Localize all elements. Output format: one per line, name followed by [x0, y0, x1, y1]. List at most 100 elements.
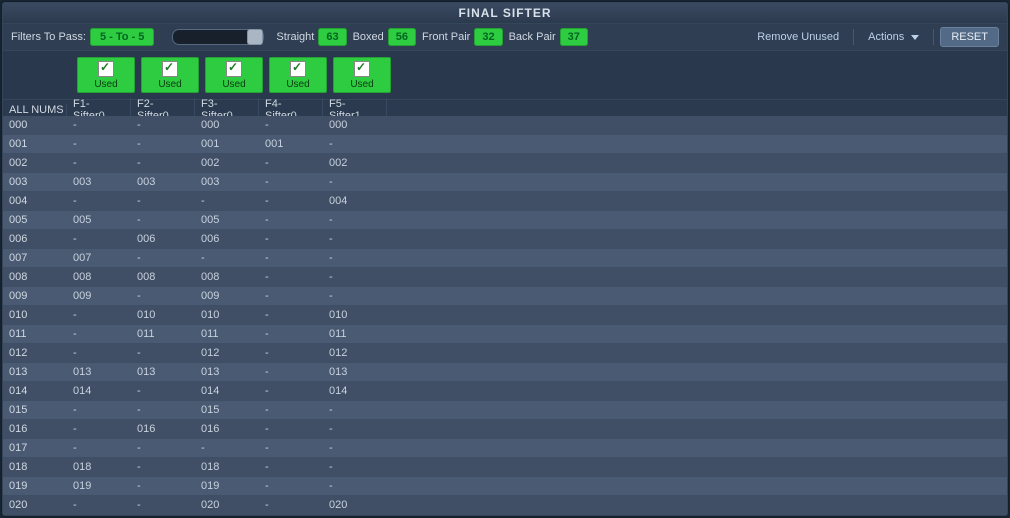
- cell-value: 002: [195, 157, 259, 169]
- table-row[interactable]: 000--000-000: [3, 116, 1007, 135]
- table-row[interactable]: 011-011011-011: [3, 325, 1007, 344]
- cell-value: 003: [67, 176, 131, 188]
- table-row[interactable]: 013013013013-013: [3, 363, 1007, 382]
- cell-value: -: [131, 480, 195, 492]
- table-row[interactable]: 005005-005--: [3, 211, 1007, 230]
- cell-value: 006: [131, 233, 195, 245]
- filter-chip-4[interactable]: Used: [269, 57, 327, 93]
- cell-value: -: [67, 328, 131, 340]
- cell-value: -: [323, 214, 387, 226]
- cell-value: -: [259, 442, 323, 454]
- filters-range[interactable]: 5 - To - 5: [90, 28, 154, 46]
- cell-value: 005: [67, 214, 131, 226]
- cell-value: -: [67, 233, 131, 245]
- cell-value: -: [131, 252, 195, 264]
- table-row[interactable]: 009009-009--: [3, 287, 1007, 306]
- chip-label: Used: [142, 79, 198, 90]
- cell-value: 006: [195, 233, 259, 245]
- table-body[interactable]: 000--000-000001--001001-002--002-0020030…: [3, 116, 1007, 515]
- cell-value: 001: [195, 138, 259, 150]
- col-allnums[interactable]: ALL NUMS: [3, 104, 67, 116]
- filter-chip-3[interactable]: Used: [205, 57, 263, 93]
- cell-value: 013: [131, 366, 195, 378]
- cell-allnums: 015: [3, 404, 67, 416]
- cell-value: -: [67, 404, 131, 416]
- reset-button[interactable]: RESET: [940, 27, 999, 47]
- cell-value: -: [259, 347, 323, 359]
- cell-allnums: 000: [3, 119, 67, 131]
- cell-allnums: 010: [3, 309, 67, 321]
- cell-allnums: 011: [3, 328, 67, 340]
- table-row[interactable]: 001--001001-: [3, 135, 1007, 154]
- cell-value: -: [131, 461, 195, 473]
- cell-value: -: [259, 157, 323, 169]
- table-row[interactable]: 017-----: [3, 439, 1007, 458]
- range-slider[interactable]: [172, 29, 264, 45]
- table-row[interactable]: 018018-018--: [3, 458, 1007, 477]
- cell-allnums: 005: [3, 214, 67, 226]
- remove-unused-button[interactable]: Remove Unused: [749, 27, 847, 47]
- cell-value: 016: [131, 423, 195, 435]
- table-row[interactable]: 008008008008--: [3, 268, 1007, 287]
- cell-value: 011: [323, 328, 387, 340]
- cell-value: -: [131, 195, 195, 207]
- filter-chip-1[interactable]: Used: [77, 57, 135, 93]
- table-row[interactable]: 020--020-020: [3, 496, 1007, 515]
- cell-value: -: [131, 442, 195, 454]
- table-row[interactable]: 016-016016--: [3, 420, 1007, 439]
- cell-value: 010: [323, 309, 387, 321]
- cell-value: -: [131, 404, 195, 416]
- cell-value: 019: [195, 480, 259, 492]
- checkbox-icon[interactable]: [290, 61, 306, 77]
- chip-label: Used: [78, 79, 134, 90]
- cell-value: 008: [67, 271, 131, 283]
- cell-value: 011: [195, 328, 259, 340]
- cell-value: 003: [195, 176, 259, 188]
- checkbox-icon[interactable]: [226, 61, 242, 77]
- table-row[interactable]: 006-006006--: [3, 230, 1007, 249]
- cell-value: 013: [323, 366, 387, 378]
- table-row[interactable]: 007007----: [3, 249, 1007, 268]
- cell-value: -: [67, 195, 131, 207]
- table-row[interactable]: 015--015--: [3, 401, 1007, 420]
- checkbox-icon[interactable]: [98, 61, 114, 77]
- table-row[interactable]: 019019-019--: [3, 477, 1007, 496]
- cell-value: -: [259, 499, 323, 511]
- cell-value: -: [323, 423, 387, 435]
- cell-value: -: [259, 252, 323, 264]
- cell-value: -: [67, 347, 131, 359]
- cell-value: -: [259, 271, 323, 283]
- cell-value: -: [259, 366, 323, 378]
- slider-knob[interactable]: [247, 29, 263, 45]
- cell-value: -: [259, 461, 323, 473]
- cell-value: -: [323, 233, 387, 245]
- filter-chip-5[interactable]: Used: [333, 57, 391, 93]
- cell-value: 010: [131, 309, 195, 321]
- cell-value: -: [323, 176, 387, 188]
- table-row[interactable]: 002--002-002: [3, 154, 1007, 173]
- chevron-down-icon: [911, 35, 919, 40]
- table-row[interactable]: 003003003003--: [3, 173, 1007, 192]
- cell-value: -: [259, 214, 323, 226]
- cell-value: -: [323, 271, 387, 283]
- cell-value: 005: [195, 214, 259, 226]
- backpair-label: Back Pair: [509, 31, 556, 43]
- cell-value: 012: [323, 347, 387, 359]
- actions-dropdown[interactable]: Actions: [860, 27, 927, 47]
- cell-value: -: [259, 176, 323, 188]
- cell-value: -: [67, 423, 131, 435]
- table-row[interactable]: 014014-014-014: [3, 382, 1007, 401]
- filters-label: Filters To Pass:: [11, 31, 86, 43]
- straight-value: 63: [318, 28, 346, 46]
- checkbox-icon[interactable]: [162, 61, 178, 77]
- cell-allnums: 012: [3, 347, 67, 359]
- table-row[interactable]: 010-010010-010: [3, 306, 1007, 325]
- cell-value: 020: [323, 499, 387, 511]
- cell-value: -: [259, 119, 323, 131]
- table-row[interactable]: 004----004: [3, 192, 1007, 211]
- filter-chip-2[interactable]: Used: [141, 57, 199, 93]
- table-row[interactable]: 012--012-012: [3, 344, 1007, 363]
- toolbar-divider: [933, 29, 934, 45]
- checkbox-icon[interactable]: [354, 61, 370, 77]
- cell-value: -: [67, 119, 131, 131]
